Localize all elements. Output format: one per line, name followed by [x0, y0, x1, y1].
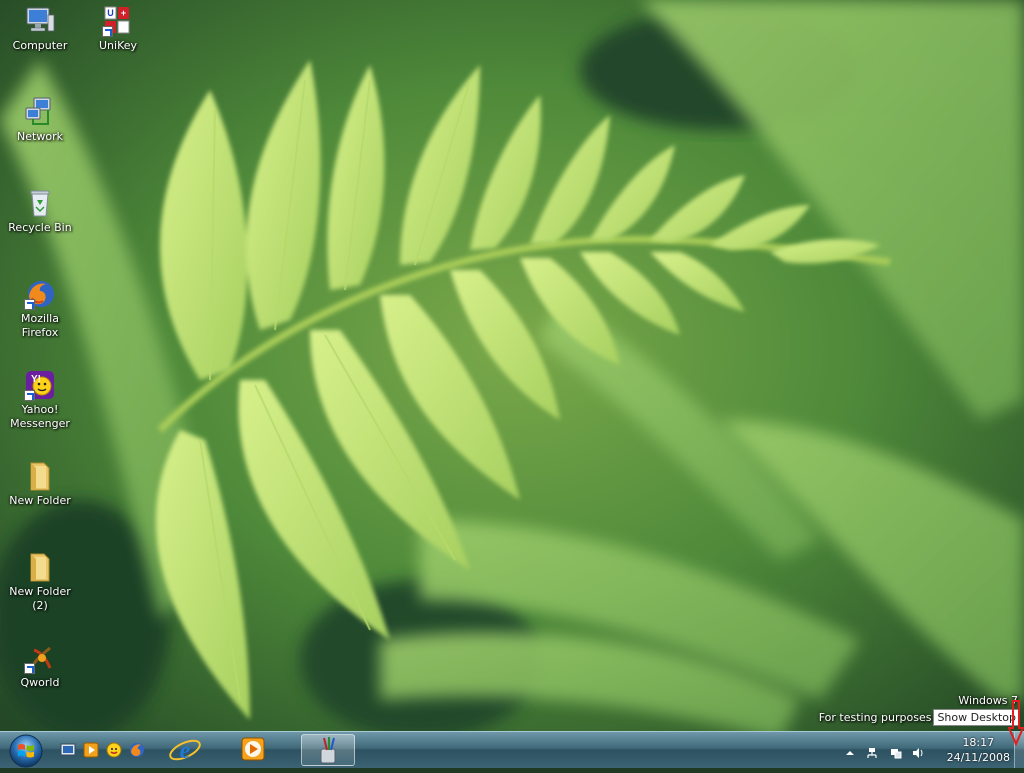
- show-desktop-icon: [60, 743, 76, 756]
- media-player-icon: [241, 737, 265, 761]
- desktop-icon-label: Computer: [12, 39, 68, 52]
- svg-text:U: U: [107, 8, 114, 18]
- desktop-wallpaper: [0, 0, 1024, 768]
- firefox-icon: [24, 278, 56, 310]
- annotation-arrow-icon: [1008, 700, 1024, 746]
- network-icon: [867, 748, 877, 758]
- taskbar-media-player[interactable]: [226, 734, 280, 766]
- tray-volume[interactable]: [912, 744, 924, 758]
- desktop-icon-label: New Folder (2): [9, 585, 71, 612]
- quicklaunch-firefox[interactable]: [129, 742, 145, 758]
- messenger-icon: [106, 742, 122, 758]
- desktop-icon-new-folder[interactable]: New Folder: [0, 460, 80, 508]
- desktop-icon-new-folder-2[interactable]: New Folder (2): [0, 551, 80, 613]
- desktop-icon-yahoo-messenger[interactable]: Y! Yahoo! Messenger: [0, 369, 80, 431]
- start-button[interactable]: [6, 733, 46, 769]
- taskbar-internet-explorer[interactable]: e: [158, 734, 212, 766]
- svg-text:Y!: Y!: [31, 374, 41, 385]
- windows-logo-icon: [9, 734, 43, 768]
- taskbar-paint[interactable]: [301, 734, 355, 766]
- unikey-icon: U +: [102, 5, 134, 37]
- qworld-icon: [24, 642, 56, 674]
- svg-text:e: e: [180, 738, 191, 764]
- desktop-icon-qworld[interactable]: Qworld: [0, 642, 80, 690]
- computer-icon: [24, 5, 56, 37]
- clock-date: 24/11/2008: [946, 751, 1010, 764]
- svg-text:+: +: [121, 8, 126, 18]
- desktop-icon-label: Qworld: [20, 676, 60, 689]
- desktop-icon-label: Recycle Bin: [8, 221, 72, 234]
- paint-icon: [320, 737, 336, 764]
- system-tray: 18:17 24/11/2008: [844, 732, 1024, 768]
- volume-icon: [913, 748, 923, 758]
- desktop-icon-unikey[interactable]: U + UniKey: [78, 5, 158, 53]
- recycle-bin-icon: [24, 187, 56, 219]
- tray-action-center[interactable]: [890, 744, 902, 759]
- watermark-subtitle: For testing purposes Show Desktop: [819, 709, 1020, 726]
- desktop-icon-label: New Folder: [9, 494, 71, 507]
- media-player-icon: [83, 742, 99, 758]
- folder-icon: [24, 551, 56, 583]
- watermark-title: Windows 7: [958, 694, 1018, 707]
- action-center-icon: [891, 749, 902, 759]
- yahoo-messenger-icon: Y!: [24, 369, 56, 401]
- tray-network[interactable]: [866, 744, 878, 758]
- quicklaunch-messenger[interactable]: [106, 742, 122, 758]
- desktop-icon-mozilla-firefox[interactable]: Mozilla Firefox: [0, 278, 80, 340]
- desktop-icon-label: UniKey: [98, 39, 138, 52]
- show-hidden-icons-button[interactable]: [844, 744, 856, 756]
- windows-build-watermark: Windows 7 For testing purposes Show Deskt…: [819, 693, 1020, 726]
- chevron-up-icon: [846, 751, 854, 755]
- firefox-icon: [130, 743, 144, 757]
- desktop-icon-computer[interactable]: Computer: [0, 5, 80, 53]
- network-icon: [24, 96, 56, 128]
- taskbar: e 18:17 24/11/2008: [0, 731, 1024, 768]
- desktop-icon-network[interactable]: Network: [0, 96, 80, 144]
- internet-explorer-icon: e: [169, 738, 201, 764]
- folder-icon: [24, 460, 56, 492]
- watermark-testing-text: For testing purposes: [818, 711, 932, 724]
- desktop-icon-label: Yahoo! Messenger: [10, 403, 70, 430]
- desktop-icon-label: Mozilla Firefox: [21, 312, 59, 339]
- taskbar-clock[interactable]: 18:17 24/11/2008: [947, 735, 1010, 765]
- clock-time: 18:17: [962, 736, 995, 749]
- desktop-icon-label: Network: [17, 130, 63, 143]
- desktop-icon-recycle-bin[interactable]: Recycle Bin: [0, 187, 80, 235]
- quicklaunch-show-desktop[interactable]: [60, 742, 76, 758]
- quicklaunch-media-player[interactable]: [83, 742, 99, 758]
